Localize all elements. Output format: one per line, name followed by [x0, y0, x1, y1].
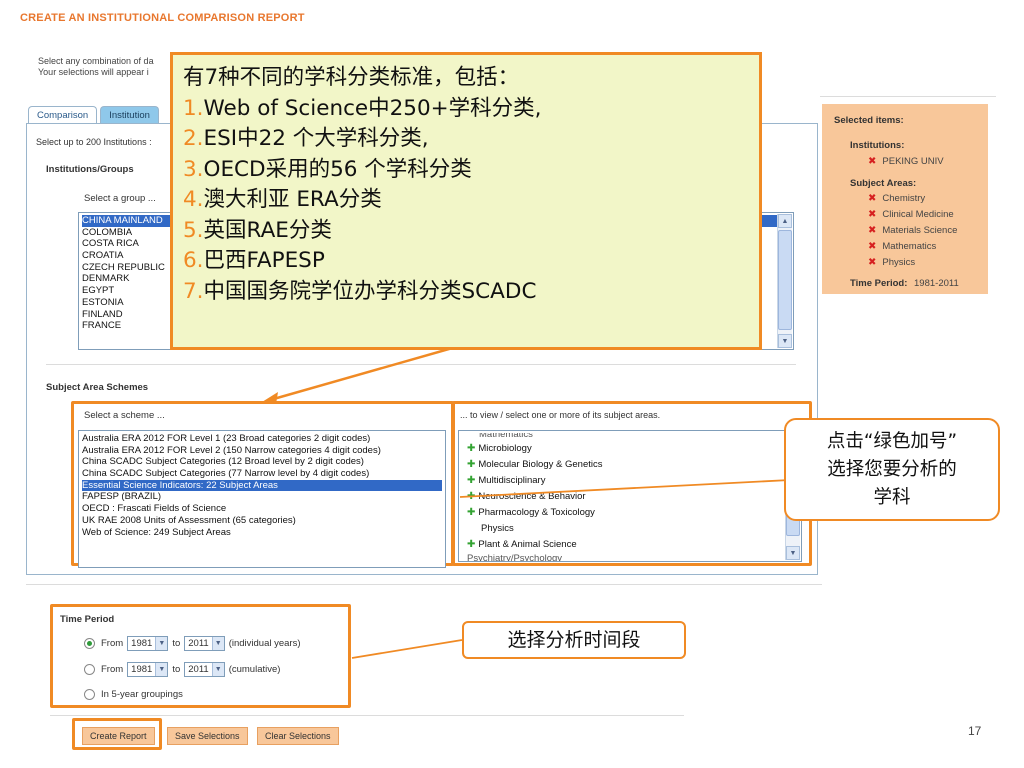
connector-line: [459, 479, 791, 498]
arrow-head-icon: [262, 392, 278, 404]
callout-item: 5.英国RAE分类: [183, 217, 332, 243]
page-number: 17: [968, 724, 982, 738]
subject-hint-bubble: 点击“绿色加号” 选择您要分析的 学科: [784, 418, 1000, 521]
time-hint-bubble: 选择分析时间段: [462, 621, 686, 659]
callout-intro: 有7种不同的学科分类标准，包括：: [183, 65, 520, 90]
connector-line: [351, 639, 463, 659]
callout-item: 2.ESI中22 个大学科分类,: [183, 126, 429, 151]
callout-item: 4.澳大利亚 ERA分类: [183, 187, 382, 212]
arrow-line: [269, 341, 471, 402]
callout-item: 1.Web of Science中250+学科分类,: [183, 95, 542, 121]
callout-item: 7.中国国务院学位办学科分类SCADC: [183, 278, 537, 304]
callout-item: 6.巴西FAPESP: [183, 248, 325, 273]
callout-item: 3.OECD采用的56 个学科分类: [183, 156, 472, 182]
scheme-callout: 有7种不同的学科分类标准，包括： 1.Web of Science中250+学科…: [170, 52, 762, 350]
